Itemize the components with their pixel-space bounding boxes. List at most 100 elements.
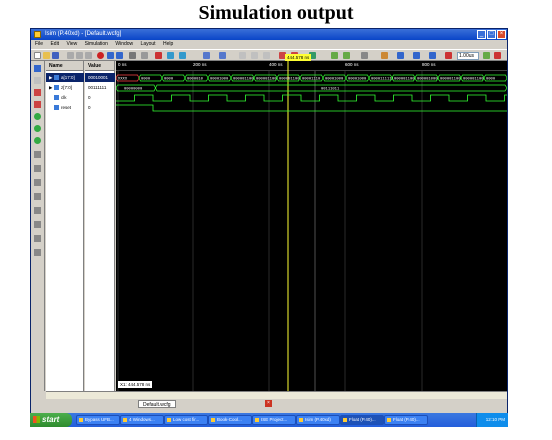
reset-waveform xyxy=(116,104,507,112)
radix-icon[interactable] xyxy=(34,207,41,214)
menu-view[interactable]: View xyxy=(66,41,77,47)
zoom-out-icon[interactable] xyxy=(251,52,258,59)
signal-name-row[interactable]: reset xyxy=(46,103,84,112)
taskbar-item-label: 4 Windows... xyxy=(129,417,155,422)
marker-icon[interactable] xyxy=(179,52,186,59)
link-icon[interactable] xyxy=(34,221,41,228)
signal-value[interactable]: 00111111 xyxy=(85,83,115,92)
align2-icon[interactable] xyxy=(34,165,41,172)
title-bar[interactable]: Isim (P.40xd) - [Default.wcfg] _ □ × xyxy=(31,29,507,40)
minimize-button[interactable]: _ xyxy=(477,30,486,39)
horizontal-scrollbar[interactable] xyxy=(46,391,507,399)
undo-icon[interactable] xyxy=(107,52,114,59)
pause-icon[interactable] xyxy=(429,52,436,59)
marker-red-icon[interactable] xyxy=(34,89,41,96)
zoom-fit-icon[interactable] xyxy=(263,52,270,59)
taskbar-item[interactable]: Book-Cool... xyxy=(208,415,252,425)
bus-signal-icon xyxy=(54,75,59,81)
waveform-canvas[interactable]: XXXX 0000 0000 0000010 00001000 000001100 0000… xyxy=(116,61,507,391)
list-icon[interactable] xyxy=(34,235,41,242)
zoom-icon[interactable] xyxy=(34,77,41,84)
tab-default-wcfg[interactable]: Default.wcfg xyxy=(138,400,176,408)
run-for-icon[interactable] xyxy=(413,52,420,59)
window-title: Isim (P.40xd) - [Default.wcfg] xyxy=(45,31,122,37)
stop-sim-icon[interactable] xyxy=(445,52,452,59)
signal-name: a[17:0] xyxy=(61,75,75,80)
taskbar-item[interactable]: Bypass UFB... xyxy=(76,415,120,425)
bus-a-value: 0000111111 xyxy=(371,78,395,82)
menu-layout[interactable]: Layout xyxy=(141,41,156,47)
find-icon[interactable] xyxy=(129,52,136,59)
taskbar-app-icon xyxy=(387,418,391,422)
name-column-header[interactable]: Name xyxy=(46,61,83,71)
taskbar-item[interactable]: Float (P.40)... xyxy=(340,415,384,425)
menu-edit[interactable]: Edit xyxy=(50,41,59,47)
green-circle-icon[interactable] xyxy=(34,113,41,120)
green-circle3-icon[interactable] xyxy=(34,137,41,144)
menu-simulation[interactable]: Simulation xyxy=(85,41,108,47)
save-icon[interactable] xyxy=(52,52,59,59)
system-tray: 12:10 PM xyxy=(476,413,508,427)
divider-add-icon[interactable] xyxy=(34,193,41,200)
bus-a-value: 000001100 xyxy=(233,78,254,82)
signal-name-row[interactable]: ▶ z[7:0] xyxy=(46,83,84,92)
group-icon[interactable] xyxy=(34,179,41,186)
value-column-header[interactable]: Value xyxy=(85,61,114,71)
signal-value[interactable]: 0 xyxy=(85,103,115,112)
taskbar-item-label: ISE Project... xyxy=(261,417,288,422)
zoom-time-select[interactable]: 1.00us xyxy=(457,52,479,60)
taskbar-item[interactable]: Float (P.40)... xyxy=(384,415,428,425)
waveform-pane[interactable]: 0 ns 200 ns 400 ns 600 ns 800 ns 444.578… xyxy=(116,54,507,391)
pointer-icon[interactable] xyxy=(34,65,41,72)
new-icon[interactable] xyxy=(34,52,41,59)
paste-icon[interactable] xyxy=(85,52,92,59)
taskbar-item[interactable]: Low cost fir... xyxy=(164,415,208,425)
step-over-icon[interactable] xyxy=(494,52,501,59)
align-icon[interactable] xyxy=(34,151,41,158)
green-circle2-icon[interactable] xyxy=(34,125,41,132)
toolbar: 1.00us xyxy=(31,49,507,61)
taskbar-item[interactable]: Isim (P.40xd) xyxy=(296,415,340,425)
run-all-icon[interactable] xyxy=(397,52,404,59)
signal-name: clk xyxy=(61,95,67,100)
menu-file[interactable]: File xyxy=(35,41,43,47)
expand-arrow-icon[interactable]: ▶ xyxy=(49,73,53,82)
close-button[interactable]: × xyxy=(497,30,506,39)
go-icon[interactable] xyxy=(331,52,338,59)
bus-a-value: 000001100 xyxy=(394,78,415,82)
wave-icon[interactable] xyxy=(203,52,210,59)
break-icon[interactable] xyxy=(155,52,162,59)
signal-name-row[interactable]: clk xyxy=(46,93,84,102)
menu-help[interactable]: Help xyxy=(163,41,173,47)
sim-icon[interactable] xyxy=(219,52,226,59)
open-icon[interactable] xyxy=(43,52,50,59)
cursor-icon[interactable] xyxy=(167,52,174,59)
stop-icon[interactable] xyxy=(97,52,104,59)
list2-icon[interactable] xyxy=(34,249,41,256)
delete-icon[interactable] xyxy=(141,52,148,59)
bus-a-value: 0000010 xyxy=(187,78,204,82)
signal-name: z[7:0] xyxy=(61,85,73,90)
signal-name: reset xyxy=(61,105,72,110)
taskbar-item[interactable]: ISE Project... xyxy=(252,415,296,425)
signal-value[interactable]: 0 xyxy=(85,93,115,102)
start-button[interactable]: start xyxy=(30,413,72,427)
cut-icon[interactable] xyxy=(67,52,74,59)
taskbar-item[interactable]: 4 Windows... xyxy=(120,415,164,425)
divider-icon[interactable] xyxy=(361,52,368,59)
expand-arrow-icon[interactable]: ▶ xyxy=(49,83,53,92)
signal-value[interactable]: 00010001 xyxy=(85,73,115,82)
zoom-in-icon[interactable] xyxy=(239,52,246,59)
run-icon[interactable] xyxy=(483,52,490,59)
step-icon[interactable] xyxy=(343,52,350,59)
signal-name-row[interactable]: ▶ a[17:0] xyxy=(46,73,84,82)
redo-icon[interactable] xyxy=(116,52,123,59)
copy-icon[interactable] xyxy=(76,52,83,59)
restart-icon[interactable] xyxy=(381,52,388,59)
marker-red2-icon[interactable] xyxy=(34,101,41,108)
tab-close-icon[interactable]: × xyxy=(265,400,272,407)
maximize-button[interactable]: □ xyxy=(487,30,496,39)
menu-window[interactable]: Window xyxy=(115,41,133,47)
menu-bar: File Edit View Simulation Window Layout … xyxy=(31,40,507,49)
cursor-time-flag[interactable]: 444.578 ns xyxy=(285,54,312,61)
